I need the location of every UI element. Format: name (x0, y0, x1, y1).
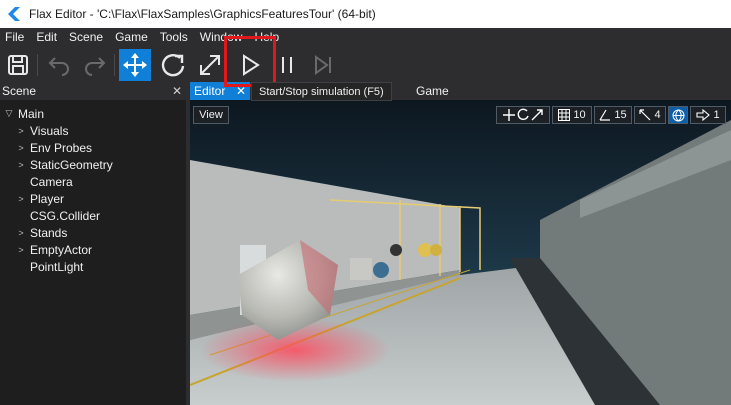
tree-item-static-geometry[interactable]: > StaticGeometry (0, 156, 186, 173)
menu-scene[interactable]: Scene (63, 30, 109, 44)
scale-snap-icon (639, 109, 651, 121)
chevron-right-icon[interactable]: > (16, 126, 26, 136)
save-icon (8, 55, 28, 75)
arrow-right-icon (696, 109, 711, 121)
redo-button[interactable] (80, 50, 110, 80)
save-button[interactable] (3, 50, 33, 80)
toolbar (0, 46, 731, 84)
translate-icon (123, 53, 147, 77)
pause-button[interactable] (272, 50, 302, 80)
scene-viewport[interactable]: View 10 15 4 1 (190, 100, 731, 405)
translate-gizmo-button[interactable] (119, 49, 151, 81)
redo-icon (85, 57, 106, 76)
tree-item-visuals[interactable]: > Visuals (0, 122, 186, 139)
menu-game[interactable]: Game (109, 30, 154, 44)
tree-item-point-light[interactable]: PointLight (0, 258, 186, 275)
toolbar-separator (37, 54, 38, 76)
tree-item-env-probes[interactable]: > Env Probes (0, 139, 186, 156)
tab-game[interactable]: Game (416, 82, 449, 100)
pause-icon (282, 57, 292, 73)
angle-icon (599, 109, 611, 121)
view-menu-button[interactable]: View (193, 106, 229, 124)
tab-editor-label: Editor (194, 84, 226, 98)
close-icon[interactable]: ✕ (172, 84, 182, 98)
gizmo-mode-group[interactable] (496, 106, 550, 124)
rotate-icon (161, 53, 185, 77)
step-button[interactable] (308, 50, 338, 80)
window-title: Flax Editor - 'C:\Flax\FlaxSamples\Graph… (29, 7, 376, 21)
chevron-right-icon[interactable]: > (16, 194, 26, 204)
camera-speed-button[interactable]: 1 (690, 106, 726, 124)
scene-tree: ▽ Main > Visuals > Env Probes > StaticGe… (0, 100, 186, 275)
angle-snap-button[interactable]: 15 (594, 106, 632, 124)
grid-icon (558, 109, 571, 121)
chevron-down-icon[interactable]: ▽ (4, 108, 14, 119)
tab-game-label: Game (416, 84, 449, 98)
globe-icon (672, 109, 684, 122)
tree-item-csg-collider[interactable]: CSG.Collider (0, 207, 186, 224)
chevron-right-icon[interactable]: > (16, 228, 26, 238)
step-icon (315, 55, 331, 75)
title-bar: Flax Editor - 'C:\Flax\FlaxSamples\Graph… (0, 0, 731, 28)
scale-icon (200, 55, 220, 75)
rotate-small-icon (517, 108, 529, 121)
tree-item-main[interactable]: ▽ Main (0, 105, 186, 122)
viewport-overlay: View 10 15 4 1 (190, 100, 731, 405)
chevron-right-icon[interactable]: > (16, 143, 26, 153)
tree-item-camera[interactable]: Camera (0, 173, 186, 190)
translate-small-icon (503, 109, 515, 121)
flax-logo-icon (8, 7, 20, 21)
play-button-tooltip: Start/Stop simulation (F5) (251, 82, 392, 101)
toolbar-separator (114, 54, 115, 76)
undo-icon (48, 57, 69, 76)
world-space-button[interactable] (668, 106, 688, 124)
menu-edit[interactable]: Edit (30, 30, 63, 44)
menu-tools[interactable]: Tools (154, 30, 194, 44)
tree-item-player[interactable]: > Player (0, 190, 186, 207)
scale-gizmo-button[interactable] (194, 49, 226, 81)
grid-snap-button[interactable]: 10 (552, 106, 592, 124)
undo-button[interactable] (44, 50, 74, 80)
tree-item-stands[interactable]: > Stands (0, 224, 186, 241)
rotate-gizmo-button[interactable] (157, 49, 189, 81)
scene-panel: Scene ✕ ▽ Main > Visuals > Env Probes > … (0, 82, 186, 405)
tree-item-empty-actor[interactable]: > EmptyActor (0, 241, 186, 258)
scale-snap-button[interactable]: 4 (634, 106, 666, 124)
scene-panel-header: Scene ✕ (0, 82, 186, 100)
chevron-right-icon[interactable]: > (16, 245, 26, 255)
menu-bar: File Edit Scene Game Tools Window Help (0, 28, 731, 46)
scale-small-icon (531, 109, 543, 121)
menu-file[interactable]: File (0, 30, 30, 44)
play-button-highlight (224, 36, 276, 87)
scene-panel-title: Scene (2, 84, 37, 98)
chevron-right-icon[interactable]: > (16, 160, 26, 170)
